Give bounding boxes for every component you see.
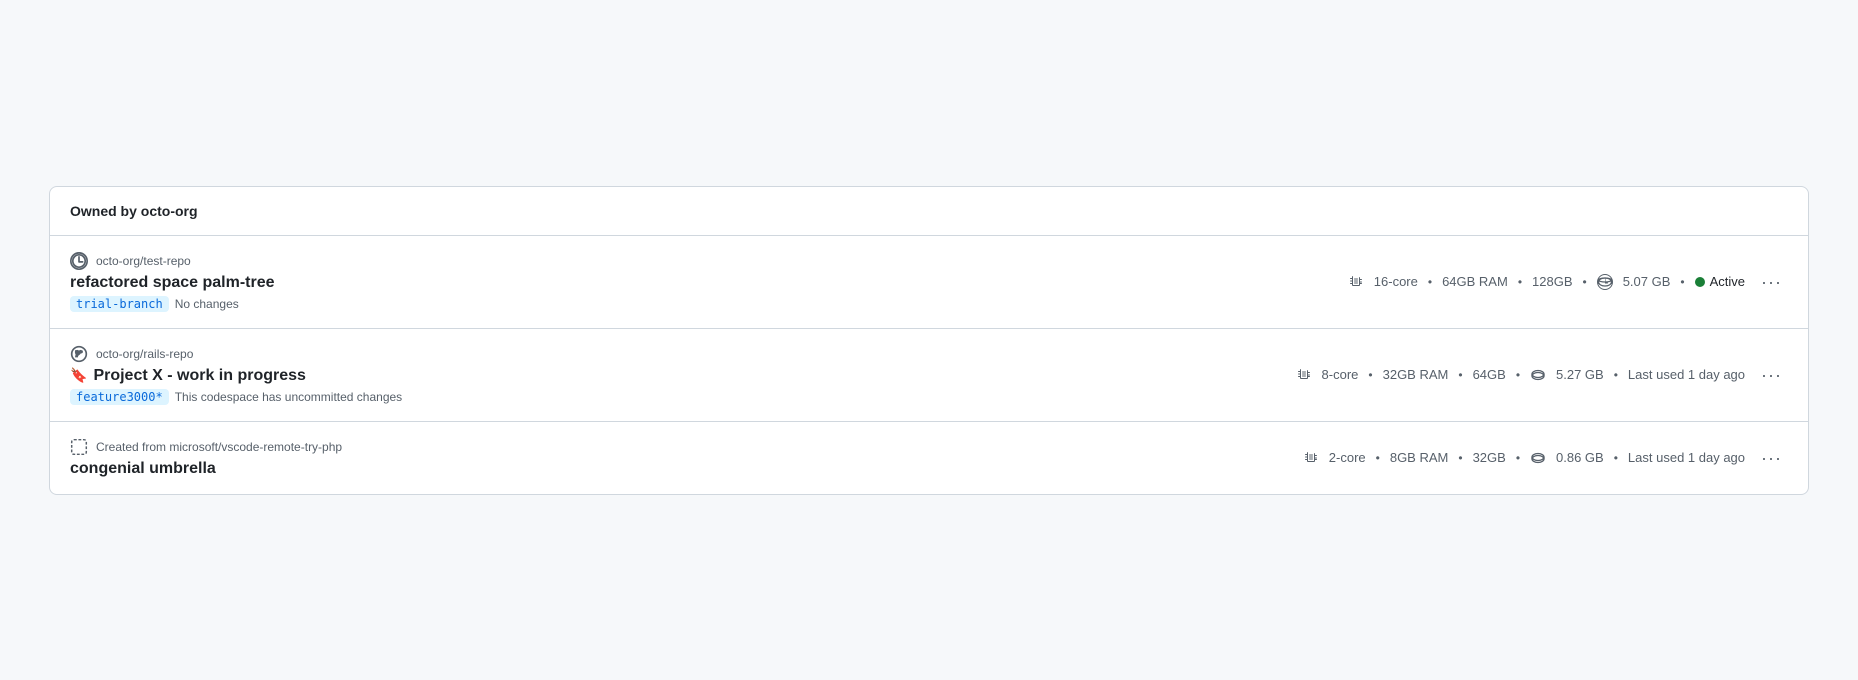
- separator-1: •: [1368, 368, 1372, 382]
- repo-line: Created from microsoft/vscode-remote-try…: [70, 438, 342, 456]
- separator-1: •: [1428, 275, 1432, 289]
- more-options-button[interactable]: ···: [1755, 447, 1788, 469]
- disk-spec: 5.07 GB: [1623, 274, 1671, 289]
- active-dot: [1695, 277, 1705, 287]
- branch-status: This codespace has uncommitted changes: [175, 390, 402, 404]
- cpu-spec: 16-core: [1374, 274, 1418, 289]
- ram-spec: 8GB RAM: [1390, 450, 1449, 465]
- branch-tag: feature3000*: [70, 389, 169, 405]
- codespace-right-panel: 8-core • 32GB RAM • 64GB • 5.27 GB • Las…: [1296, 364, 1788, 386]
- status-label: Active: [1710, 274, 1745, 289]
- more-options-button[interactable]: ···: [1755, 271, 1788, 293]
- codespace-name-line: congenial umbrella: [70, 460, 342, 478]
- separator-2: •: [1458, 368, 1462, 382]
- disk-spec: 5.27 GB: [1556, 367, 1604, 382]
- ram-spec: 32GB RAM: [1383, 367, 1449, 382]
- status-active: Active: [1695, 274, 1745, 289]
- separator-4: •: [1614, 368, 1618, 382]
- github-repo-icon: [70, 252, 88, 270]
- codespace-left-panel: octo-org/rails-repo 🔖 Project X - work i…: [70, 345, 402, 405]
- separator-2: •: [1458, 451, 1462, 465]
- branch-tag: trial-branch: [70, 296, 169, 312]
- separator-4: •: [1614, 451, 1618, 465]
- repo-name: octo-org/test-repo: [96, 254, 191, 268]
- github-repo-icon: [70, 345, 88, 363]
- codespace-item: Created from microsoft/vscode-remote-try…: [50, 422, 1808, 494]
- codespace-right-panel: 2-core • 8GB RAM • 32GB • 0.86 GB • Last…: [1303, 447, 1788, 469]
- cpu-icon: [1296, 367, 1312, 383]
- codespace-left-panel: octo-org/test-repo refactored space palm…: [70, 252, 275, 312]
- codespace-item: octo-org/rails-repo 🔖 Project X - work i…: [50, 329, 1808, 422]
- last-used: Last used 1 day ago: [1628, 367, 1745, 382]
- repo-name: Created from microsoft/vscode-remote-try…: [96, 440, 342, 454]
- last-used: Last used 1 day ago: [1628, 450, 1745, 465]
- codespace-name: Project X - work in progress: [93, 367, 306, 385]
- cpu-icon: [1303, 450, 1319, 466]
- repo-line: octo-org/test-repo: [70, 252, 275, 270]
- separator-1: •: [1376, 451, 1380, 465]
- branch-info-line: trial-branch No changes: [70, 296, 275, 312]
- branch-info-line: feature3000* This codespace has uncommit…: [70, 389, 402, 405]
- card-header: Owned by octo-org: [50, 187, 1808, 236]
- codespaces-card: Owned by octo-org octo-org/test-repo ref…: [49, 186, 1809, 495]
- codespace-item: octo-org/test-repo refactored space palm…: [50, 236, 1808, 329]
- codespace-name: congenial umbrella: [70, 460, 216, 478]
- disk-icon: [1597, 274, 1613, 290]
- codespace-name-line: 🔖 Project X - work in progress: [70, 367, 402, 385]
- separator-4: •: [1680, 275, 1684, 289]
- storage-spec: 32GB: [1473, 450, 1506, 465]
- codespace-name-line: refactored space palm-tree: [70, 274, 275, 292]
- cpu-spec: 2-core: [1329, 450, 1366, 465]
- repo-name: octo-org/rails-repo: [96, 347, 193, 361]
- separator-3: •: [1516, 368, 1520, 382]
- separator-3: •: [1583, 275, 1587, 289]
- storage-spec: 64GB: [1473, 367, 1506, 382]
- storage-spec: 128GB: [1532, 274, 1572, 289]
- separator-3: •: [1516, 451, 1520, 465]
- codespace-name: refactored space palm-tree: [70, 274, 275, 292]
- codespace-left-panel: Created from microsoft/vscode-remote-try…: [70, 438, 342, 478]
- cpu-icon: [1348, 274, 1364, 290]
- more-options-button[interactable]: ···: [1755, 364, 1788, 386]
- template-icon: [70, 438, 88, 456]
- ram-spec: 64GB RAM: [1442, 274, 1508, 289]
- codespace-right-panel: 16-core • 64GB RAM • 128GB • 5.07 GB • A…: [1348, 271, 1788, 293]
- separator-2: •: [1518, 275, 1522, 289]
- branch-status: No changes: [175, 297, 239, 311]
- cpu-spec: 8-core: [1322, 367, 1359, 382]
- disk-spec: 0.86 GB: [1556, 450, 1604, 465]
- disk-icon: [1530, 450, 1546, 466]
- card-title: Owned by octo-org: [70, 203, 198, 219]
- disk-icon: [1530, 367, 1546, 383]
- repo-line: octo-org/rails-repo: [70, 345, 402, 363]
- bookmark-icon: 🔖: [70, 367, 87, 384]
